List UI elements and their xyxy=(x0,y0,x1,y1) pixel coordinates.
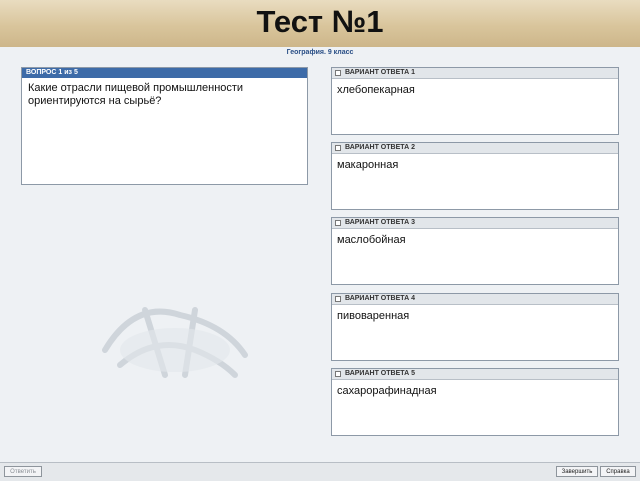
checkbox-icon[interactable] xyxy=(335,296,341,302)
answer-heading-3: ВАРИАНТ ОТВЕТА 3 xyxy=(345,219,415,226)
answer-option-5[interactable]: ВАРИАНТ ОТВЕТА 5 сахарорафинадная xyxy=(331,368,619,436)
subject-label: География. 9 класс xyxy=(286,49,354,56)
answer-text-5: сахарорафинадная xyxy=(337,385,437,397)
answer-heading-2: ВАРИАНТ ОТВЕТА 2 xyxy=(345,144,415,151)
answer-option-1[interactable]: ВАРИАНТ ОТВЕТА 1 хлебопекарная xyxy=(331,67,619,135)
answer-heading-5: ВАРИАНТ ОТВЕТА 5 xyxy=(345,370,415,377)
answer-text-1: хлебопекарная xyxy=(337,84,415,96)
question-heading: ВОПРОС 1 из 5 xyxy=(22,68,307,78)
checkbox-icon[interactable] xyxy=(335,371,341,377)
watermark-illustration-icon xyxy=(102,307,248,378)
answer-text-3: маслобойная xyxy=(337,234,406,246)
help-button[interactable]: Справка xyxy=(600,466,636,477)
answer-button[interactable]: Ответить xyxy=(4,466,42,477)
answer-option-2[interactable]: ВАРИАНТ ОТВЕТА 2 макаронная xyxy=(331,142,619,210)
question-panel: ВОПРОС 1 из 5 Какие отрасли пищевой пром… xyxy=(21,67,308,185)
answer-option-4[interactable]: ВАРИАНТ ОТВЕТА 4 пивоваренная xyxy=(331,293,619,361)
checkbox-icon[interactable] xyxy=(335,70,341,76)
question-text-line-1: Какие отрасли пищевой промышленности xyxy=(28,82,244,94)
checkbox-icon[interactable] xyxy=(335,145,341,151)
answer-heading-1: ВАРИАНТ ОТВЕТА 1 xyxy=(345,69,415,76)
answer-text-2: макаронная xyxy=(337,159,399,171)
answer-heading-4: ВАРИАНТ ОТВЕТА 4 xyxy=(345,295,415,302)
answer-option-3[interactable]: ВАРИАНТ ОТВЕТА 3 маслобойная xyxy=(331,217,619,285)
page-title: Тест №1 xyxy=(256,4,384,39)
question-text-line-2: ориентируются на сырьё? xyxy=(28,95,162,107)
question-text: Какие отрасли пищевой промышленности ори… xyxy=(22,78,307,108)
finish-button[interactable]: Завершить xyxy=(556,466,598,477)
checkbox-icon[interactable] xyxy=(335,220,341,226)
bottom-toolbar: Ответить Завершить Справка xyxy=(0,462,640,481)
answer-text-4: пивоваренная xyxy=(337,310,410,322)
